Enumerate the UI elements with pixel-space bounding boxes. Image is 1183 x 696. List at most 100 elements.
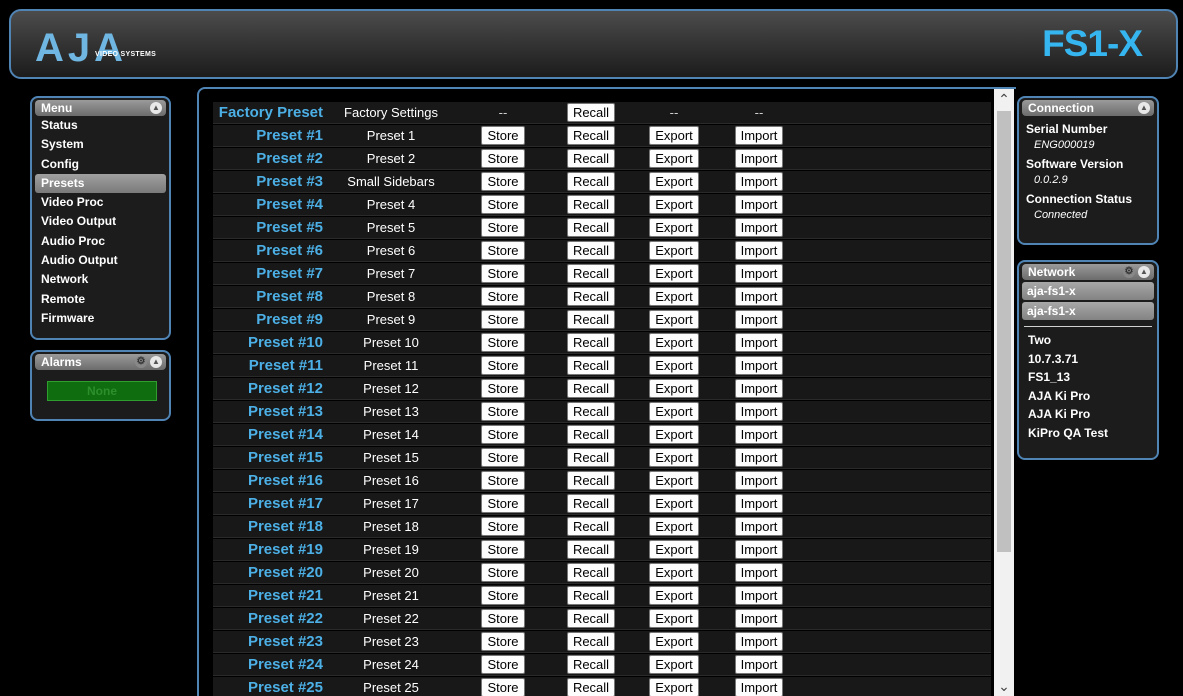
import-button[interactable]: Import bbox=[734, 494, 784, 513]
recall-button[interactable]: Recall bbox=[566, 149, 616, 168]
recall-button[interactable]: Recall bbox=[566, 609, 616, 628]
export-button[interactable]: Export bbox=[649, 678, 699, 696]
export-button[interactable]: Export bbox=[649, 356, 699, 375]
menu-item-audio-output[interactable]: Audio Output bbox=[35, 251, 166, 270]
store-button[interactable]: Store bbox=[481, 517, 525, 536]
export-button[interactable]: Export bbox=[649, 333, 699, 352]
import-button[interactable]: Import bbox=[734, 126, 784, 145]
recall-button[interactable]: Recall bbox=[566, 540, 616, 559]
export-button[interactable]: Export bbox=[649, 287, 699, 306]
main-scrollbar[interactable]: ⌃ ⌄ bbox=[994, 89, 1014, 696]
store-button[interactable]: Store bbox=[481, 655, 525, 674]
import-button[interactable]: Import bbox=[734, 586, 784, 605]
export-button[interactable]: Export bbox=[649, 172, 699, 191]
network-device-item[interactable]: FS1_13 bbox=[1022, 368, 1154, 387]
recall-button[interactable]: Recall bbox=[566, 356, 616, 375]
scroll-up-icon[interactable]: ⌃ bbox=[994, 89, 1014, 109]
store-button[interactable]: Store bbox=[481, 172, 525, 191]
store-button[interactable]: Store bbox=[481, 310, 525, 329]
export-button[interactable]: Export bbox=[649, 563, 699, 582]
import-button[interactable]: Import bbox=[734, 655, 784, 674]
store-button[interactable]: Store bbox=[481, 632, 525, 651]
menu-item-audio-proc[interactable]: Audio Proc bbox=[35, 232, 166, 251]
import-button[interactable]: Import bbox=[734, 379, 784, 398]
store-button[interactable]: Store bbox=[481, 218, 525, 237]
recall-button[interactable]: Recall bbox=[566, 425, 616, 444]
export-button[interactable]: Export bbox=[649, 609, 699, 628]
export-button[interactable]: Export bbox=[649, 540, 699, 559]
network-selected-item[interactable]: aja-fs1-x bbox=[1022, 282, 1154, 300]
store-button[interactable]: Store bbox=[481, 563, 525, 582]
export-button[interactable]: Export bbox=[649, 517, 699, 536]
store-button[interactable]: Store bbox=[481, 494, 525, 513]
recall-button[interactable]: Recall bbox=[566, 310, 616, 329]
import-button[interactable]: Import bbox=[734, 425, 784, 444]
menu-item-video-output[interactable]: Video Output bbox=[35, 212, 166, 231]
recall-button[interactable]: Recall bbox=[566, 287, 616, 306]
import-button[interactable]: Import bbox=[734, 310, 784, 329]
recall-button[interactable]: Recall bbox=[566, 333, 616, 352]
export-button[interactable]: Export bbox=[649, 149, 699, 168]
recall-button[interactable]: Recall bbox=[566, 195, 616, 214]
import-button[interactable]: Import bbox=[734, 448, 784, 467]
store-button[interactable]: Store bbox=[481, 126, 525, 145]
import-button[interactable]: Import bbox=[734, 540, 784, 559]
import-button[interactable]: Import bbox=[734, 333, 784, 352]
import-button[interactable]: Import bbox=[734, 356, 784, 375]
recall-button[interactable]: Recall bbox=[566, 264, 616, 283]
recall-button[interactable]: Recall bbox=[566, 126, 616, 145]
menu-item-system[interactable]: System bbox=[35, 135, 166, 154]
recall-button[interactable]: Recall bbox=[566, 379, 616, 398]
menu-item-video-proc[interactable]: Video Proc bbox=[35, 193, 166, 212]
store-button[interactable]: Store bbox=[481, 402, 525, 421]
network-device-item[interactable]: AJA Ki Pro bbox=[1022, 387, 1154, 406]
network-device-item[interactable]: KiPro QA Test bbox=[1022, 424, 1154, 443]
recall-button[interactable]: Recall bbox=[566, 103, 616, 122]
store-button[interactable]: Store bbox=[481, 586, 525, 605]
import-button[interactable]: Import bbox=[734, 287, 784, 306]
import-button[interactable]: Import bbox=[734, 264, 784, 283]
import-button[interactable]: Import bbox=[734, 471, 784, 490]
recall-button[interactable]: Recall bbox=[566, 632, 616, 651]
recall-button[interactable]: Recall bbox=[566, 218, 616, 237]
menu-item-remote[interactable]: Remote bbox=[35, 290, 166, 309]
store-button[interactable]: Store bbox=[481, 540, 525, 559]
network-device-item[interactable]: AJA Ki Pro bbox=[1022, 405, 1154, 424]
export-button[interactable]: Export bbox=[649, 402, 699, 421]
export-button[interactable]: Export bbox=[649, 126, 699, 145]
collapse-icon[interactable]: ▲ bbox=[150, 102, 162, 114]
store-button[interactable]: Store bbox=[481, 264, 525, 283]
export-button[interactable]: Export bbox=[649, 264, 699, 283]
collapse-icon[interactable]: ▲ bbox=[1138, 102, 1150, 114]
recall-button[interactable]: Recall bbox=[566, 494, 616, 513]
store-button[interactable]: Store bbox=[481, 287, 525, 306]
import-button[interactable]: Import bbox=[734, 241, 784, 260]
store-button[interactable]: Store bbox=[481, 471, 525, 490]
store-button[interactable]: Store bbox=[481, 448, 525, 467]
network-device-item[interactable]: 10.7.3.71 bbox=[1022, 350, 1154, 369]
recall-button[interactable]: Recall bbox=[566, 471, 616, 490]
store-button[interactable]: Store bbox=[481, 149, 525, 168]
store-button[interactable]: Store bbox=[481, 379, 525, 398]
network-selected-item[interactable]: aja-fs1-x bbox=[1022, 302, 1154, 320]
menu-item-status[interactable]: Status bbox=[35, 116, 166, 135]
menu-item-network[interactable]: Network bbox=[35, 270, 166, 289]
import-button[interactable]: Import bbox=[734, 563, 784, 582]
store-button[interactable]: Store bbox=[481, 678, 525, 696]
import-button[interactable]: Import bbox=[734, 195, 784, 214]
import-button[interactable]: Import bbox=[734, 678, 784, 696]
import-button[interactable]: Import bbox=[734, 517, 784, 536]
export-button[interactable]: Export bbox=[649, 448, 699, 467]
collapse-icon[interactable]: ▲ bbox=[1138, 266, 1150, 278]
store-button[interactable]: Store bbox=[481, 425, 525, 444]
import-button[interactable]: Import bbox=[734, 402, 784, 421]
menu-item-presets[interactable]: Presets bbox=[35, 173, 166, 194]
store-button[interactable]: Store bbox=[481, 333, 525, 352]
export-button[interactable]: Export bbox=[649, 494, 699, 513]
import-button[interactable]: Import bbox=[734, 609, 784, 628]
recall-button[interactable]: Recall bbox=[566, 678, 616, 696]
menu-item-firmware[interactable]: Firmware bbox=[35, 309, 166, 328]
store-button[interactable]: Store bbox=[481, 241, 525, 260]
recall-button[interactable]: Recall bbox=[566, 655, 616, 674]
export-button[interactable]: Export bbox=[649, 425, 699, 444]
